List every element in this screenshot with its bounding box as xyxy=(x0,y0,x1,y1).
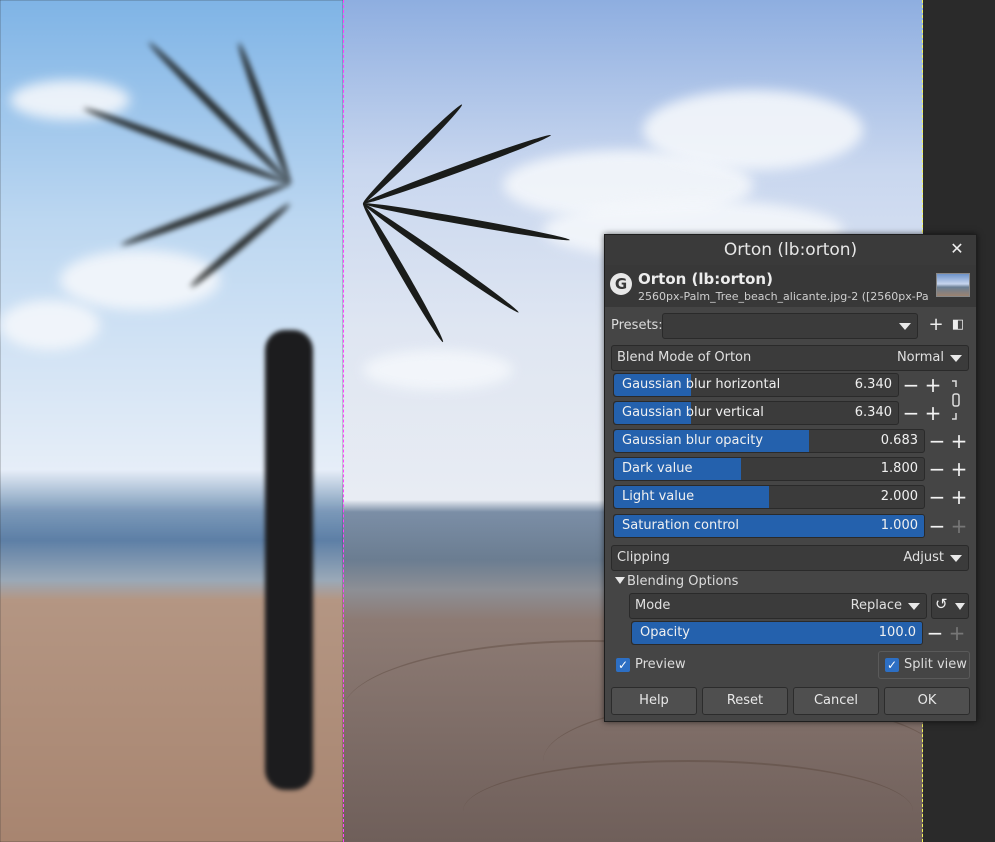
slider-value: 0.683 xyxy=(880,433,918,448)
decrement-icon[interactable]: − xyxy=(900,402,922,424)
dropdown-arrow-icon xyxy=(950,555,962,562)
opacity-value: 100.0 xyxy=(878,625,916,640)
dropdown-arrow-icon xyxy=(955,603,965,610)
clipping-value: Adjust xyxy=(903,550,944,565)
increment-icon[interactable]: + xyxy=(948,486,970,508)
presets-label: Presets: xyxy=(611,318,663,333)
slider-label: Gaussian blur opacity xyxy=(622,433,764,448)
split-view-label: Split view xyxy=(904,657,967,672)
slider-dark-value[interactable]: Dark value 1.800 xyxy=(613,457,925,481)
slider-value: 1.000 xyxy=(880,518,918,533)
split-view-checkbox[interactable]: ✓ xyxy=(885,658,899,672)
increment-icon[interactable]: + xyxy=(922,374,944,396)
orton-dialog: Orton (lb:orton) ✕ G Orton (lb:orton) 25… xyxy=(604,234,977,722)
split-view-guide[interactable] xyxy=(343,0,344,842)
blend-mode-label: Blend Mode of Orton xyxy=(617,350,752,365)
opacity-decrement-icon[interactable]: − xyxy=(924,622,946,644)
preview-checkbox[interactable]: ✓ xyxy=(616,658,630,672)
decrement-icon[interactable]: − xyxy=(926,515,948,537)
slider-label: Gaussian blur vertical xyxy=(622,405,764,420)
decrement-icon[interactable]: − xyxy=(926,458,948,480)
increment-icon[interactable]: + xyxy=(948,430,970,452)
preset-menu-icon[interactable]: ◧ xyxy=(948,315,968,335)
expander-arrow-icon[interactable] xyxy=(615,577,625,584)
slider-value: 6.340 xyxy=(854,377,892,392)
presets-combo[interactable] xyxy=(662,313,918,339)
clipping-label: Clipping xyxy=(617,550,670,565)
composite-mode-button[interactable]: ↺ xyxy=(931,593,969,619)
slider-gaussian-blur-horizontal[interactable]: Gaussian blur horizontal 6.340 xyxy=(613,373,899,397)
filtered-preview-half xyxy=(0,0,343,842)
dialog-header: G Orton (lb:orton) 2560px-Palm_Tree_beac… xyxy=(605,265,976,307)
opacity-slider[interactable]: Opacity 100.0 xyxy=(631,621,923,645)
clipping-combo[interactable]: Clipping Adjust xyxy=(611,545,969,571)
close-icon[interactable]: ✕ xyxy=(946,238,968,260)
opacity-label: Opacity xyxy=(640,625,691,640)
slider-label: Gaussian blur horizontal xyxy=(622,377,781,392)
slider-value: 6.340 xyxy=(854,405,892,420)
preview-label: Preview xyxy=(635,657,686,672)
slider-saturation-control[interactable]: Saturation control 1.000 xyxy=(613,514,925,538)
reset-button[interactable]: Reset xyxy=(702,687,788,715)
slider-value: 2.000 xyxy=(880,489,918,504)
blend-mode-replace-combo[interactable]: Mode Replace xyxy=(629,593,927,619)
decrement-icon[interactable]: − xyxy=(926,430,948,452)
dropdown-arrow-icon xyxy=(899,323,911,330)
slider-value: 1.800 xyxy=(880,461,918,476)
mode-value: Replace xyxy=(850,598,902,613)
dropdown-arrow-icon xyxy=(950,355,962,362)
operation-subtitle: 2560px-Palm_Tree_beach_alicante.jpg-2 ([… xyxy=(638,290,928,303)
operation-name: Orton (lb:orton) xyxy=(638,270,773,288)
mode-label: Mode xyxy=(635,598,671,613)
slider-label: Light value xyxy=(622,489,695,504)
cancel-button[interactable]: Cancel xyxy=(793,687,879,715)
decrement-icon[interactable]: − xyxy=(926,486,948,508)
add-preset-icon[interactable]: + xyxy=(926,315,946,335)
chain-link-icon[interactable] xyxy=(950,379,962,421)
blend-mode-value: Normal xyxy=(896,350,944,365)
slider-label: Dark value xyxy=(622,461,693,476)
increment-icon[interactable]: + xyxy=(948,458,970,480)
slider-gaussian-blur-vertical[interactable]: Gaussian blur vertical 6.340 xyxy=(613,401,899,425)
slider-label: Saturation control xyxy=(622,518,739,533)
slider-gaussian-blur-opacity[interactable]: Gaussian blur opacity 0.683 xyxy=(613,429,925,453)
image-thumbnail xyxy=(936,273,970,297)
dialog-titlebar[interactable]: Orton (lb:orton) ✕ xyxy=(605,235,976,265)
split-view-toggle[interactable]: ✓ Split view xyxy=(878,651,970,679)
help-button[interactable]: Help xyxy=(611,687,697,715)
opacity-increment-icon[interactable]: + xyxy=(946,622,968,644)
reset-arrow-icon: ↺ xyxy=(935,595,948,613)
increment-icon[interactable]: + xyxy=(948,515,970,537)
dropdown-arrow-icon xyxy=(908,603,920,610)
blend-mode-combo[interactable]: Blend Mode of Orton Normal xyxy=(611,345,969,371)
decrement-icon[interactable]: − xyxy=(900,374,922,396)
dialog-title: Orton (lb:orton) xyxy=(723,240,858,260)
ok-button[interactable]: OK xyxy=(884,687,970,715)
blending-options-expander[interactable]: Blending Options xyxy=(627,574,738,589)
gegl-logo-icon: G xyxy=(610,273,632,295)
increment-icon[interactable]: + xyxy=(922,402,944,424)
slider-light-value[interactable]: Light value 2.000 xyxy=(613,485,925,509)
